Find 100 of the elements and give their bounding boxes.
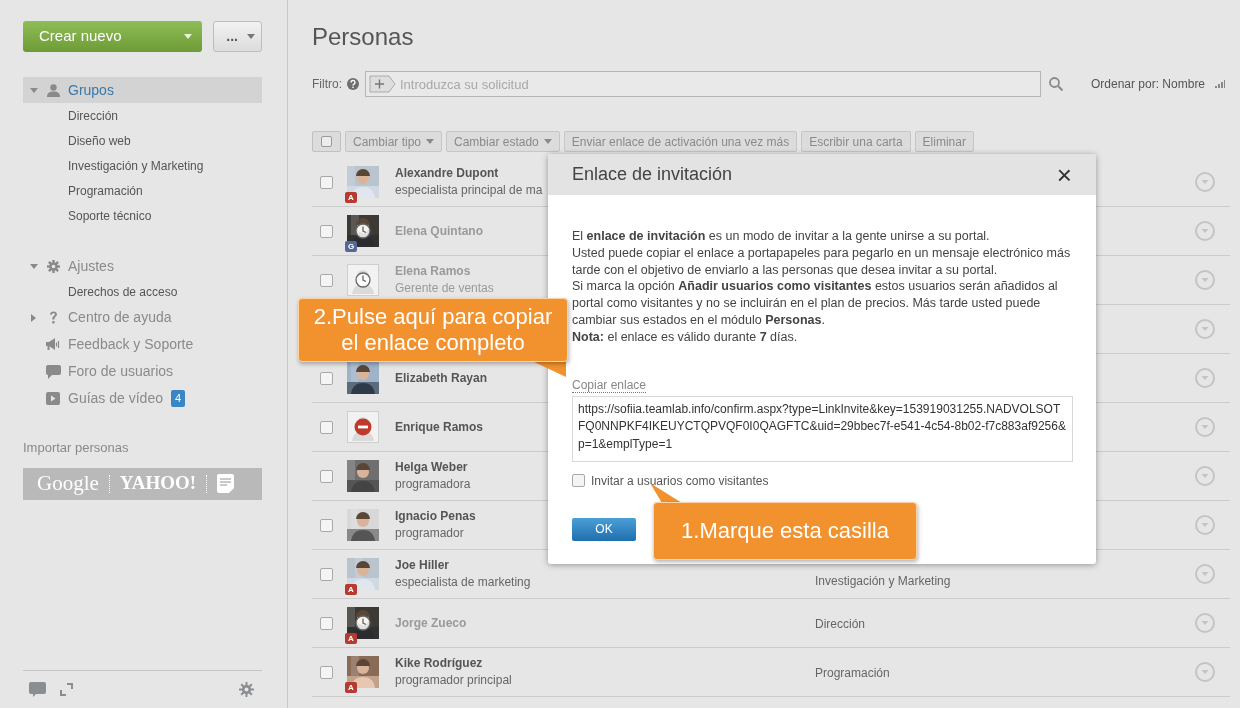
search-icon[interactable] <box>1049 77 1063 91</box>
job-title: especialista de marketing <box>395 574 531 591</box>
sidebar-link[interactable]: Investigación y Marketing <box>68 156 204 175</box>
filter-label: Filtro: <box>312 76 342 93</box>
person-name[interactable]: Alexandre Dupont <box>395 165 499 182</box>
caret-icon <box>29 87 38 93</box>
dialog-title: Enlace de invitación <box>572 163 733 186</box>
job-title: especialista principal de ma <box>395 182 543 199</box>
person-name[interactable]: Joe Hiller <box>395 557 450 574</box>
dropdown-icon[interactable] <box>1195 662 1215 682</box>
checkbox[interactable] <box>320 469 333 483</box>
toolbar-button[interactable]: Eliminar <box>914 131 974 152</box>
person-name[interactable]: Helga Weber <box>395 459 468 476</box>
create-new-button[interactable]: Crear nuevo <box>23 21 203 52</box>
checkbox[interactable] <box>320 175 333 189</box>
caret-icon <box>31 313 36 322</box>
document-icon[interactable] <box>217 474 235 493</box>
sort-link[interactable]: Ordenar por: Nombre <box>1091 75 1206 93</box>
toolbar-button[interactable]: Cambiar tipo <box>345 131 443 152</box>
help-icon[interactable] <box>347 78 359 90</box>
dropdown-icon[interactable] <box>1195 466 1215 486</box>
role-badge: A <box>345 633 357 644</box>
checkbox[interactable] <box>320 616 333 630</box>
close-button[interactable]: × <box>1056 161 1072 188</box>
toolbar-button[interactable]: Escribir una carta <box>801 131 911 152</box>
checkbox[interactable] <box>320 224 333 238</box>
sidebar-link[interactable]: Dirección <box>68 106 118 125</box>
role-badge: A <box>345 682 357 693</box>
dropdown-icon[interactable] <box>1195 417 1215 437</box>
role-badge: G <box>345 241 357 252</box>
dropdown-icon[interactable] <box>1195 172 1215 192</box>
job-title: programador principal <box>395 672 512 689</box>
import-service-button[interactable]: Google <box>37 467 99 500</box>
expand-icon[interactable] <box>60 683 73 696</box>
dialog-text: El enlace de invitación es un modo de invitar a la gente unirse a su portal. <box>572 228 991 245</box>
sidebar-section[interactable]: Feedback y Soporte <box>23 331 262 358</box>
role-badge: A <box>345 192 357 203</box>
checkbox[interactable] <box>572 474 585 488</box>
dropdown-icon[interactable] <box>1195 270 1215 290</box>
dropdown-icon[interactable] <box>1195 368 1215 388</box>
sidebar-link[interactable]: Programación <box>68 181 143 200</box>
caret-icon <box>426 139 435 144</box>
sidebar-link[interactable]: Soporte técnico <box>68 206 152 225</box>
person-name[interactable]: Ignacio Penas <box>395 508 476 525</box>
more-button[interactable]: ... <box>213 21 262 52</box>
sidebar-link[interactable]: Derechos de acceso <box>68 282 178 301</box>
caret-icon <box>29 263 38 269</box>
dropdown-icon[interactable] <box>1195 319 1215 339</box>
sidebar-link[interactable]: Diseño web <box>68 131 131 150</box>
import-service-button[interactable]: YAHOO! <box>119 469 197 498</box>
copy-link[interactable]: Copiar enlace <box>572 377 647 393</box>
job-title: programadora <box>395 476 471 493</box>
person-name[interactable]: Kike Rodríguez <box>395 655 483 672</box>
link-textarea[interactable]: https://sofiia.teamlab.info/confirm.aspx?type=LinkInvite&key=153919031255.NADVOLSOTFQ0NNPKF4IKEUYCTQPVQF0I0QAGFTC&uid=29bbec7f-e541-4c54-8b02-f7c883af9256&p=1&emplType=1 <box>572 395 1073 462</box>
page-title: Personas <box>312 22 415 52</box>
checkbox[interactable] <box>320 371 333 385</box>
chat-icon <box>45 364 61 379</box>
checkbox[interactable] <box>320 273 333 287</box>
toolbar-button[interactable]: Cambiar estado <box>446 131 560 152</box>
dropdown-icon[interactable] <box>1195 515 1215 535</box>
caret-icon <box>184 34 193 39</box>
caret-icon <box>543 139 552 144</box>
count-badge: 4 <box>170 390 186 407</box>
dialog-text: Nota: el enlace es válido durante 7 días. <box>572 328 799 346</box>
ok-button[interactable]: OK <box>572 517 636 541</box>
person-name[interactable]: Jorge Zueco <box>395 614 467 632</box>
chat-icon[interactable] <box>29 682 46 697</box>
settings-icon[interactable] <box>239 682 254 697</box>
filter-input[interactable]: Introduzca su solicitud <box>400 73 1040 95</box>
megaphone-icon <box>45 338 61 351</box>
sidebar-section[interactable]: Foro de usuarios <box>23 358 262 385</box>
question-mark-icon <box>48 311 58 324</box>
checkbox[interactable] <box>320 665 333 679</box>
person-name[interactable]: Elena Ramos <box>395 263 471 280</box>
gear-icon <box>46 259 60 273</box>
toolbar-button[interactable]: Enviar enlace de activación una vez más <box>563 131 798 152</box>
sidebar-section[interactable]: Guías de vídeo 4 <box>23 385 262 412</box>
sort-bars-icon[interactable] <box>1215 80 1226 88</box>
department-name: Programación <box>815 666 890 680</box>
sidebar-section[interactable]: Centro de ayuda <box>23 304 262 331</box>
select-all-checkbox[interactable] <box>312 131 341 152</box>
dropdown-icon[interactable] <box>1195 613 1215 633</box>
person-name[interactable]: Enrique Ramos <box>395 418 484 436</box>
checkbox[interactable] <box>320 420 333 434</box>
video-icon <box>46 392 60 405</box>
person-name[interactable]: Elizabeth Rayan <box>395 369 488 387</box>
add-filter-icon[interactable] <box>369 75 397 93</box>
dialog-text: Usted puede copiar el enlace a portapapeles para pegarlo en un mensaje electrónico más tarde con el objetivo de enviarlo a las personas que desea invitar a su portal. <box>572 244 1072 279</box>
caret-icon <box>247 34 255 39</box>
sidebar-section[interactable]: Grupos <box>23 77 262 103</box>
checkbox[interactable] <box>320 518 333 532</box>
checkbox[interactable] <box>320 567 333 581</box>
dropdown-icon[interactable] <box>1195 221 1215 241</box>
section-heading: Importar personas <box>23 439 130 457</box>
person-name[interactable]: Elena Quintano <box>395 222 483 240</box>
user-icon <box>46 83 60 97</box>
sidebar-section[interactable]: Ajustes <box>23 253 262 279</box>
checkbox-label[interactable]: Invitar a usuarios como visitantes <box>591 471 769 490</box>
filter-field[interactable]: Introduzca su solicitud <box>365 71 1041 97</box>
dropdown-icon[interactable] <box>1195 564 1215 584</box>
